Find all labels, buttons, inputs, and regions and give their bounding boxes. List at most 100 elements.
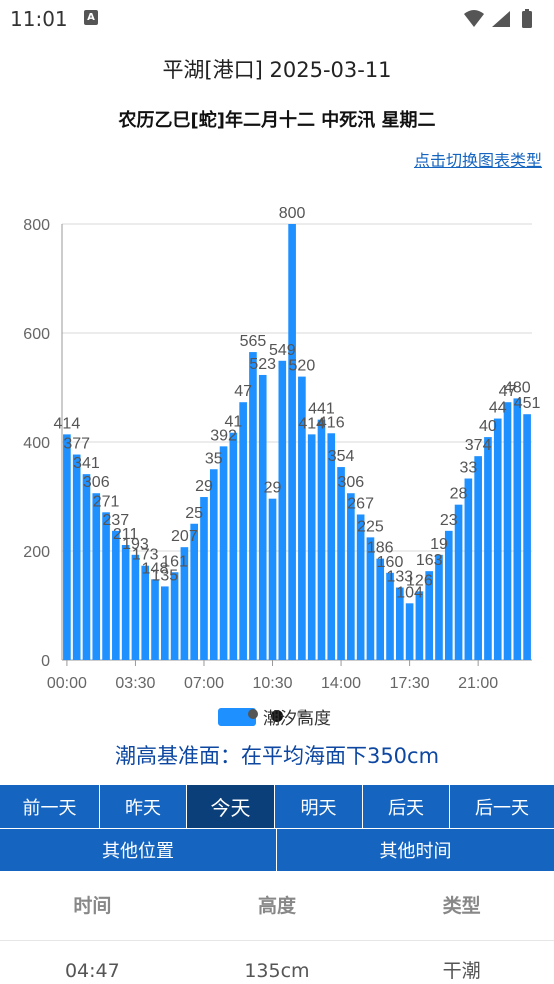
data-label: 19 [430,536,448,553]
bar [464,478,473,660]
bar [484,437,492,660]
bar [493,418,502,660]
status-icons [462,8,542,34]
bar [327,433,336,660]
bar [435,554,443,660]
bar [121,545,130,660]
bar [307,434,316,660]
next-day-button[interactable]: 后一天 [450,785,554,828]
data-label: 377 [63,436,90,453]
y-tick-label: 0 [41,653,50,670]
bar [288,224,296,660]
data-label: 549 [269,342,296,359]
data-label: 354 [328,448,355,465]
bar [503,402,512,660]
y-tick-label: 200 [23,544,50,561]
data-label: 306 [83,474,110,491]
day-nav: 前一天 昨天 今天 明天 后天 后一天 [0,785,554,828]
tide-table-header: 时间 高度 类型 [0,871,554,941]
battery-icon [522,11,532,28]
data-label: 25 [185,505,203,522]
bar [317,419,326,660]
bar [258,374,267,660]
bar [112,530,120,660]
data-label: 451 [514,395,541,412]
status-bar: 11:01 A [0,0,554,38]
bar [347,493,355,660]
data-label: 800 [279,205,306,222]
bar [474,456,482,660]
data-label: 126 [406,572,433,589]
option-nav: 其他位置 其他时间 [0,829,554,871]
x-tick-label: 00:00 [47,675,87,692]
y-tick-label: 800 [23,217,50,234]
col-header-time: 时间 [73,895,112,917]
x-tick-label: 07:00 [184,675,224,692]
data-label: 520 [289,358,316,375]
bar [337,467,345,660]
prev-day-button[interactable]: 前一天 [0,785,100,828]
legend-dot [248,709,258,719]
cell-time: 04:47 [64,960,120,982]
data-label: 341 [73,455,100,472]
data-label: 480 [504,379,531,396]
tomorrow-button[interactable]: 明天 [275,785,363,828]
cell-type: 干潮 [442,960,481,982]
bar [151,579,159,660]
data-label: 29 [264,480,282,497]
data-label: 41 [224,414,242,431]
bar [356,514,365,660]
bar [72,454,81,660]
data-label: 44 [489,400,507,417]
bar [63,434,71,660]
data-label: 565 [240,333,267,350]
data-label: 161 [161,553,188,570]
yesterday-button[interactable]: 昨天 [100,785,187,828]
data-label: 163 [416,552,443,569]
signal-icon [492,11,510,27]
bar [131,554,140,660]
data-label: 207 [171,528,198,545]
bar [415,591,424,660]
bar [239,402,247,660]
page-title: 平湖[港口] 2025-03-11 [162,58,392,82]
data-label: 306 [338,474,365,491]
data-label: 271 [93,493,120,510]
legend-label: 潮汐高度 [263,709,331,729]
bar [386,572,394,660]
today-button[interactable]: 今天 [187,785,275,828]
table-row: 04:47 135cm 干潮 [0,942,554,984]
bar [141,565,150,660]
bar [102,512,110,660]
bar [219,446,228,660]
tide-datum-text: 潮高基准面：在平均海面下350cm [114,744,440,768]
data-label: 414 [54,415,81,432]
data-label: 29 [195,478,213,495]
y-tick-label: 600 [23,326,50,343]
status-time: 11:01 [10,7,68,31]
col-header-height: 高度 [257,895,296,917]
other-time-button[interactable]: 其他时间 [277,829,554,871]
bar [278,360,287,660]
app-notification-icon: A [84,10,98,25]
other-location-button[interactable]: 其他位置 [0,829,277,871]
x-tick-label: 17:30 [390,675,430,692]
data-label: 47 [234,383,252,400]
day-after-tomorrow-button[interactable]: 后天 [363,785,450,828]
tide-bar-chart: 0200400600800414377341306271237211193173… [23,205,541,729]
bar [376,558,385,660]
bar [92,493,101,660]
data-label: 23 [440,512,458,529]
data-label: 40 [479,418,497,435]
col-header-type: 类型 [442,895,481,917]
data-label: 267 [347,495,374,512]
switch-chart-type-link[interactable]: 点击切换图表类型 [414,147,542,171]
y-tick-label: 400 [23,435,50,452]
bar [405,603,414,660]
wifi-icon [464,10,484,27]
x-tick-label: 14:00 [321,675,361,692]
cell-height: 135cm [244,960,310,982]
bar [170,572,179,660]
bar [268,498,277,660]
lunar-date-subtitle: 农历乙巳[蛇]年二月十二 中死汛 星期二 [118,110,436,131]
